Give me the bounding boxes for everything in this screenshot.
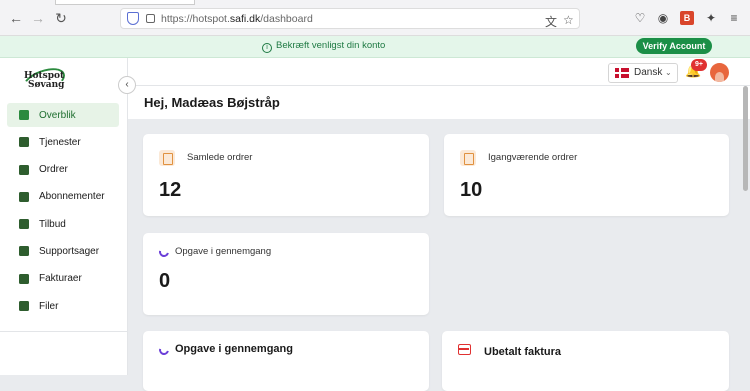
sidebar-item-label: Abonnementer xyxy=(39,191,105,203)
page-title: Hej, Madæas Bøjstråp xyxy=(144,95,280,110)
url-text[interactable]: https://hotspot.safi.dk/dashboard xyxy=(161,13,313,25)
back-icon[interactable]: ← xyxy=(8,10,24,26)
url-path: /dashboard xyxy=(260,13,313,25)
sidebar-item-label: Tjenester xyxy=(39,136,81,148)
sidebar-item-abonnementer[interactable]: Abonnementer xyxy=(7,185,119,209)
info-icon: i xyxy=(262,43,272,53)
avatar[interactable] xyxy=(710,63,729,82)
sidebar-item-fakturaer[interactable]: Fakturaer xyxy=(7,267,119,291)
puzzle-icon[interactable]: ✦ xyxy=(704,11,718,25)
browser-toolbar: ← → ↻ https://hotspot.safi.dk/dashboard … xyxy=(0,0,750,36)
unpaid-invoice-panel: Ubetalt faktura xyxy=(442,331,729,391)
sidebar-item-label: Overblik xyxy=(39,109,76,121)
active-orders-label: Igangværende ordrer xyxy=(488,152,578,163)
sidebar-item-label: Supportsager xyxy=(39,245,100,257)
verify-account-button[interactable]: Verify Account xyxy=(636,38,712,54)
verify-banner: i Bekræft venligst din konto Verify Accou… xyxy=(0,36,750,58)
scrollbar[interactable] xyxy=(743,86,748,191)
account-icon[interactable]: ◉ xyxy=(656,11,670,25)
language-select[interactable]: Dansk ⌄ xyxy=(608,63,678,83)
browser-tab[interactable] xyxy=(55,0,195,5)
in-review-label: Opgave i gennemgang xyxy=(175,246,272,257)
total-orders-label: Samlede ordrer xyxy=(187,152,253,163)
support-chat-icon xyxy=(19,246,29,257)
progress-spinner-icon xyxy=(157,245,171,259)
url-domain: safi.dk xyxy=(229,13,261,25)
sidebar-item-label: Filer xyxy=(39,300,59,312)
invoice-card-icon xyxy=(19,273,29,284)
chevron-down-icon: ⌄ xyxy=(665,68,672,77)
sidebar-item-tilbud[interactable]: Tilbud xyxy=(7,212,119,236)
in-review-value: 0 xyxy=(159,270,171,292)
review-panel: Opgave i gennemgang xyxy=(143,331,429,391)
in-review-card[interactable]: Opgave i gennemgang 0 xyxy=(143,233,429,315)
url-prefix: https://hotspot. xyxy=(161,13,230,25)
subscription-icon xyxy=(19,191,29,202)
credit-card-icon xyxy=(458,344,471,355)
sidebar-nav: Overblik Tjenester Ordrer Abonnementer T… xyxy=(7,103,119,321)
top-bar: Dansk ⌄ 🔔 9+ xyxy=(128,58,750,86)
total-orders-card[interactable]: Samlede ordrer 12 xyxy=(143,134,429,216)
unpaid-invoice-title: Ubetalt faktura xyxy=(484,346,562,358)
offer-icon xyxy=(19,219,29,230)
forward-icon[interactable]: → xyxy=(30,10,46,26)
sidebar-item-label: Fakturaer xyxy=(39,273,82,285)
sidebar-item-filer[interactable]: Filer xyxy=(7,294,119,318)
sidebar-item-tjenester[interactable]: Tjenester xyxy=(7,130,119,154)
total-orders-value: 12 xyxy=(159,179,182,201)
sidebar-item-label: Tilbud xyxy=(39,218,66,230)
box-icon xyxy=(19,137,29,148)
logo[interactable]: Hotspot Søvang xyxy=(19,63,72,99)
shield-icon[interactable] xyxy=(127,12,139,25)
folder-icon xyxy=(19,301,29,312)
menu-icon[interactable]: ≡ xyxy=(727,11,741,25)
orders-icon xyxy=(460,150,476,166)
dashboard-icon xyxy=(19,110,29,120)
greeting-bar: Hej, Madæas Bøjstråp xyxy=(128,86,750,119)
list-icon xyxy=(19,164,29,175)
active-orders-value: 10 xyxy=(460,179,483,201)
review-panel-title: Opgave i gennemgang xyxy=(175,343,293,355)
sidebar-divider xyxy=(0,331,128,332)
orders-icon xyxy=(159,150,175,166)
sidebar-item-supportsager[interactable]: Supportsager xyxy=(7,239,119,263)
sidebar: Hotspot Søvang ‹ Overblik Tjenester Ordre… xyxy=(0,58,136,375)
logo-text: Hotspot Søvang xyxy=(24,72,64,90)
sidebar-item-label: Ordrer xyxy=(39,164,68,176)
sidebar-item-ordrer[interactable]: Ordrer xyxy=(7,158,119,182)
verify-message: i Bekræft venligst din konto xyxy=(262,40,385,53)
progress-spinner-icon xyxy=(157,343,171,357)
address-bar[interactable]: https://hotspot.safi.dk/dashboard 文 ☆ xyxy=(120,8,580,29)
extension-icon[interactable]: B xyxy=(680,11,694,25)
lock-icon[interactable] xyxy=(146,14,155,23)
bookmark-star-icon[interactable]: ☆ xyxy=(563,13,574,27)
collapse-sidebar-button[interactable]: ‹ xyxy=(118,76,136,94)
logo-line-2: Søvang xyxy=(28,80,65,90)
danish-flag-icon xyxy=(615,68,629,78)
reload-icon[interactable]: ↻ xyxy=(53,10,69,26)
pocket-icon[interactable]: ♡ xyxy=(633,11,647,25)
notification-badge: 9+ xyxy=(691,59,707,71)
sidebar-item-overblik[interactable]: Overblik xyxy=(7,103,119,127)
language-label: Dansk xyxy=(634,67,663,78)
verify-message-text: Bekræft venligst din konto xyxy=(276,40,386,51)
translate-icon[interactable]: 文 xyxy=(545,13,557,30)
active-orders-card[interactable]: Igangværende ordrer 10 xyxy=(444,134,729,216)
